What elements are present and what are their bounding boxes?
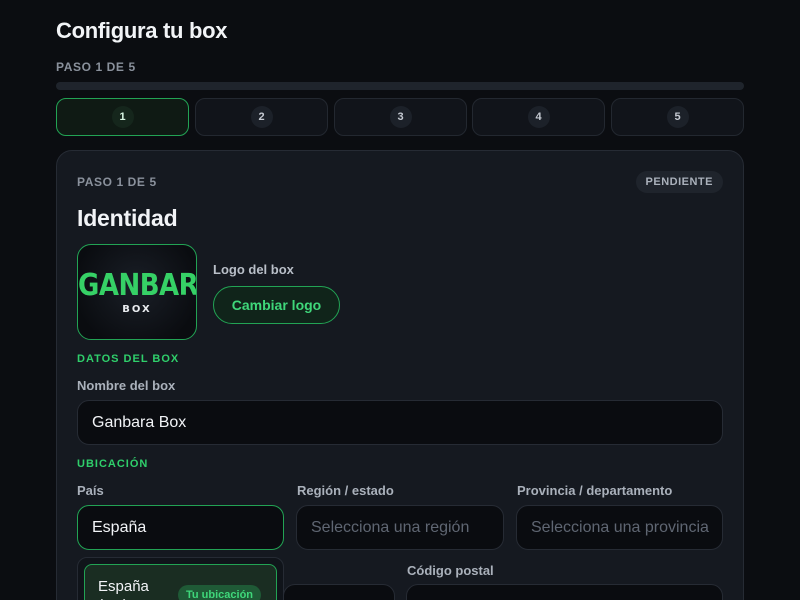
step-number: 3 (389, 106, 412, 128)
country-dropdown: España (ES) Tu ubicación (77, 557, 284, 600)
province-select[interactable]: Selecciona una provincia (516, 505, 723, 550)
identity-card: PASO 1 DE 5 PENDIENTE Identidad GANBARA … (56, 150, 744, 600)
step-tab-5[interactable]: 5 (611, 98, 744, 136)
country-input[interactable]: España (77, 505, 284, 550)
province-label: Provincia / departamento (517, 483, 673, 498)
logo-label: Logo del box (213, 262, 294, 277)
postal-code-label: Código postal (407, 563, 494, 578)
step-number: 5 (666, 106, 689, 128)
region-label: Región / estado (297, 483, 394, 498)
progress-bar (56, 82, 744, 90)
region-select[interactable]: Selecciona una región (296, 505, 504, 550)
card-title: Identidad (77, 205, 178, 231)
step-number: 2 (250, 106, 273, 128)
country-label: País (77, 483, 104, 498)
step-number: 4 (527, 106, 550, 128)
onboarding-page: Configura tu box PASO 1 DE 5 1 2 3 4 5 P… (0, 0, 800, 600)
step-tab-4[interactable]: 4 (472, 98, 605, 136)
step-number: 1 (111, 106, 134, 128)
box-data-heading: DATOS DEL BOX (77, 353, 180, 365)
logo-brand-subtext: BOX (122, 304, 152, 315)
current-location-badge: Tu ubicación (178, 585, 262, 600)
page-title: Configura tu box (56, 18, 228, 43)
box-logo-preview: GANBARA BOX (77, 244, 197, 340)
location-heading: UBICACIÓN (77, 458, 149, 470)
box-name-input[interactable]: Ganbara Box (77, 400, 723, 445)
step-tab-2[interactable]: 2 (195, 98, 328, 136)
box-name-label: Nombre del box (77, 378, 176, 393)
step-tab-3[interactable]: 3 (334, 98, 467, 136)
postal-code-input[interactable] (406, 584, 723, 600)
step-tab-1[interactable]: 1 (56, 98, 189, 136)
change-logo-button[interactable]: Cambiar logo (213, 286, 340, 324)
logo-brand-text: GANBARA (78, 268, 197, 304)
step-caption: PASO 1 DE 5 (56, 60, 136, 74)
status-badge: PENDIENTE (635, 171, 723, 193)
country-option-label: España (ES) (98, 578, 149, 600)
step-tabs: 1 2 3 4 5 (56, 98, 744, 136)
card-step-caption: PASO 1 DE 5 (77, 175, 157, 189)
city-input[interactable] (283, 584, 395, 600)
country-option-es[interactable]: España (ES) Tu ubicación (84, 564, 277, 600)
